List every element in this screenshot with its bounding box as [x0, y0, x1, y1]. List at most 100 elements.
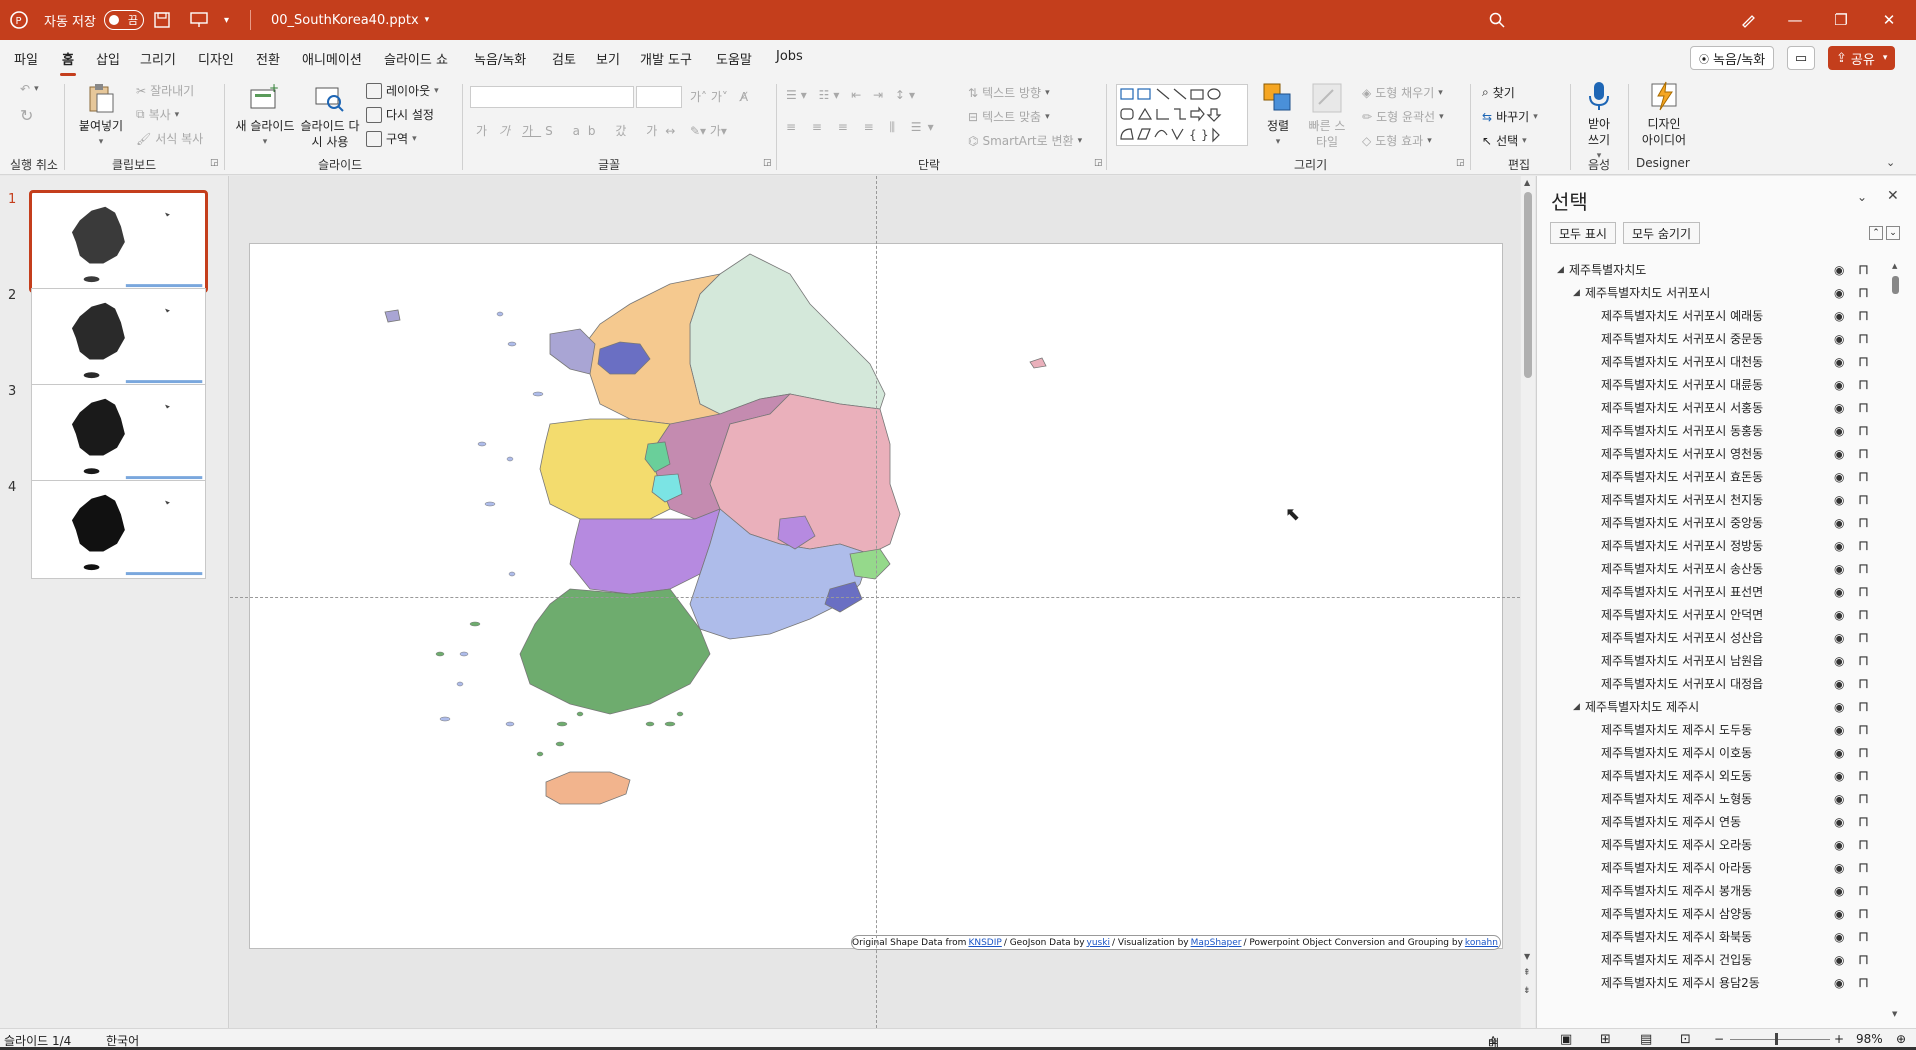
find-button[interactable]: ⌕ 찾기 — [1482, 84, 1515, 101]
font-size-buttons[interactable]: 가˄ 가˅ A̸ — [690, 88, 748, 105]
selection-item[interactable]: 제주특별자치도 서귀포시 서홍동 ◉ ⊓ — [1537, 396, 1887, 419]
file-name-menu[interactable]: 00_SouthKorea40.pptx ▾ — [271, 0, 429, 40]
replace-button[interactable]: ⇆ 바꾸기 ▾ — [1482, 108, 1538, 125]
expand-triangle-icon[interactable]: ◢ — [1573, 288, 1585, 298]
selection-item[interactable]: 제주특별자치도 서귀포시 송산동 ◉ ⊓ — [1537, 557, 1887, 580]
selection-item[interactable]: 제주특별자치도 서귀포시 천지동 ◉ ⊓ — [1537, 488, 1887, 511]
design-ideas-button[interactable]: 디자인 아이디어 — [1636, 80, 1692, 148]
quick-styles-button[interactable]: 빠른 스타일 — [1304, 82, 1350, 150]
visibility-eye-icon[interactable]: ◉ — [1834, 493, 1844, 507]
visibility-eye-icon[interactable]: ◉ — [1834, 631, 1844, 645]
selection-item[interactable]: 제주특별자치도 서귀포시 표선면 ◉ ⊓ — [1537, 580, 1887, 603]
unlock-icon[interactable]: ⊓ — [1858, 883, 1869, 899]
island-shape[interactable] — [507, 341, 517, 347]
selection-group[interactable]: ◢ 제주특별자치도 서귀포시 ◉ ⊓ — [1537, 281, 1887, 304]
visibility-eye-icon[interactable]: ◉ — [1834, 723, 1844, 737]
selection-item[interactable]: 제주특별자치도 제주시 노형동 ◉ ⊓ — [1537, 787, 1887, 810]
selection-item[interactable]: 제주특별자치도 제주시 건입동 ◉ ⊓ — [1537, 948, 1887, 971]
visibility-eye-icon[interactable]: ◉ — [1834, 378, 1844, 392]
pane-options-icon[interactable]: ⌄ — [1857, 190, 1867, 204]
visibility-eye-icon[interactable]: ◉ — [1834, 516, 1844, 530]
island-shape[interactable] — [555, 741, 565, 747]
visibility-eye-icon[interactable]: ◉ — [1834, 654, 1844, 668]
quick-access-more-icon[interactable]: ▾ — [224, 0, 229, 40]
smartart-button[interactable]: ⌬ SmartArt로 변환 ▾ — [968, 132, 1082, 149]
selection-item[interactable]: 제주특별자치도 제주시 외도동 ◉ ⊓ — [1537, 764, 1887, 787]
unlock-icon[interactable]: ⊓ — [1858, 722, 1869, 738]
align-text-button[interactable]: ⊟ 텍스트 맞춤 ▾ — [968, 108, 1050, 125]
expand-triangle-icon[interactable]: ◢ — [1557, 265, 1569, 275]
dialog-launcher-icon[interactable]: ◲ — [1094, 158, 1103, 168]
selection-item[interactable]: 제주특별자치도 서귀포시 성산읍 ◉ ⊓ — [1537, 626, 1887, 649]
shape-outline-button[interactable]: ✏ 도형 윤곽선 ▾ — [1362, 108, 1444, 125]
island-shape[interactable] — [496, 311, 504, 317]
visibility-eye-icon[interactable]: ◉ — [1834, 907, 1844, 921]
show-all-button[interactable]: 모두 표시 — [1550, 222, 1616, 244]
expand-triangle-icon[interactable]: ◢ — [1573, 702, 1585, 712]
normal-view-icon[interactable]: ▣ — [1560, 1032, 1572, 1047]
selection-item[interactable]: 제주특별자치도 제주시 이호동 ◉ ⊓ — [1537, 741, 1887, 764]
region-jeonnam[interactable] — [519, 588, 711, 715]
tab-2[interactable]: 삽입 — [96, 49, 120, 68]
dialog-launcher-icon[interactable]: ◲ — [210, 158, 219, 168]
unlock-icon[interactable]: ⊓ — [1858, 676, 1869, 692]
region-jeju[interactable] — [545, 771, 631, 805]
island-shape[interactable] — [439, 716, 451, 722]
slide-scrollbar[interactable]: ▲ ▼ ⇞ ⇟ — [1521, 176, 1535, 1028]
unlock-icon[interactable]: ⊓ — [1858, 952, 1869, 968]
save-icon[interactable] — [154, 0, 170, 40]
visibility-eye-icon[interactable]: ◉ — [1834, 470, 1844, 484]
tab-3[interactable]: 그리기 — [140, 49, 176, 68]
close-pane-icon[interactable]: ✕ — [1887, 188, 1899, 204]
slideshow-icon[interactable]: ⊡ — [1680, 1032, 1691, 1047]
alignment-buttons[interactable]: ≡ ≡ ≡ ≡ ⫼ ☰▾ — [786, 120, 940, 135]
unlock-icon[interactable]: ⊓ — [1858, 607, 1869, 623]
section-button[interactable]: 구역 ▾ — [366, 130, 417, 147]
tab-4[interactable]: 디자인 — [198, 49, 234, 68]
selection-item[interactable]: 제주특별자치도 제주시 연동 ◉ ⊓ — [1537, 810, 1887, 833]
unlock-icon[interactable]: ⊓ — [1858, 446, 1869, 462]
island-shape[interactable] — [645, 721, 655, 727]
selection-item[interactable]: 제주특별자치도 제주시 용담2동 ◉ ⊓ — [1537, 971, 1887, 994]
selection-item[interactable]: 제주특별자치도 서귀포시 예래동 ◉ ⊓ — [1537, 304, 1887, 327]
visibility-eye-icon[interactable]: ◉ — [1834, 976, 1844, 990]
font-size-field[interactable] — [636, 86, 682, 108]
tab-12[interactable]: 도움말 — [716, 49, 752, 68]
selection-item[interactable]: 제주특별자치도 서귀포시 중문동 ◉ ⊓ — [1537, 327, 1887, 350]
shape-effects-button[interactable]: ◇ 도형 효과 ▾ — [1362, 132, 1432, 149]
unlock-icon[interactable]: ⊓ — [1858, 906, 1869, 922]
visibility-eye-icon[interactable]: ◉ — [1834, 401, 1844, 415]
island-shape[interactable] — [506, 456, 514, 462]
island-shape[interactable] — [676, 711, 684, 717]
selection-item[interactable]: 제주특별자치도 서귀포시 대륜동 ◉ ⊓ — [1537, 373, 1887, 396]
tab-8[interactable]: 녹음/녹화 — [474, 49, 526, 68]
unlock-icon[interactable]: ⊓ — [1858, 285, 1869, 301]
island-shape[interactable] — [435, 651, 445, 657]
unlock-icon[interactable]: ⊓ — [1858, 975, 1869, 991]
unlock-icon[interactable]: ⊓ — [1858, 561, 1869, 577]
tab-5[interactable]: 전환 — [256, 49, 280, 68]
visibility-eye-icon[interactable]: ◉ — [1834, 447, 1844, 461]
restore-icon[interactable]: ❐ — [1818, 0, 1864, 40]
island-shape[interactable] — [556, 721, 568, 727]
credits-link-yuski[interactable]: yuski — [1087, 938, 1110, 948]
scroll-up-icon[interactable]: ▲ — [1892, 262, 1897, 270]
selection-item[interactable]: 제주특별자치도 제주시 삼양동 ◉ ⊓ — [1537, 902, 1887, 925]
selection-item[interactable]: 제주특별자치도 서귀포시 정방동 ◉ ⊓ — [1537, 534, 1887, 557]
close-icon[interactable]: ✕ — [1866, 0, 1912, 40]
unlock-icon[interactable]: ⊓ — [1858, 331, 1869, 347]
visibility-eye-icon[interactable]: ◉ — [1834, 884, 1844, 898]
island-shape[interactable] — [576, 711, 584, 717]
tab-1[interactable]: 홈 — [60, 49, 76, 76]
selection-item[interactable]: 제주특별자치도 서귀포시 영천동 ◉ ⊓ — [1537, 442, 1887, 465]
visibility-eye-icon[interactable]: ◉ — [1834, 953, 1844, 967]
slide-thumbnail[interactable] — [31, 480, 206, 579]
new-slide-button[interactable]: + 새 슬라이드 ▾ — [230, 82, 300, 150]
selection-item[interactable]: 제주특별자치도 제주시 화북동 ◉ ⊓ — [1537, 925, 1887, 948]
region-chungnam[interactable] — [539, 418, 671, 520]
send-backward-icon[interactable]: ⌄ — [1886, 226, 1900, 240]
previous-slide-icon[interactable]: ⇞ — [1523, 968, 1531, 978]
island-shape[interactable] — [664, 721, 676, 727]
search-icon[interactable] — [1489, 0, 1505, 40]
island-shape[interactable] — [459, 651, 469, 657]
